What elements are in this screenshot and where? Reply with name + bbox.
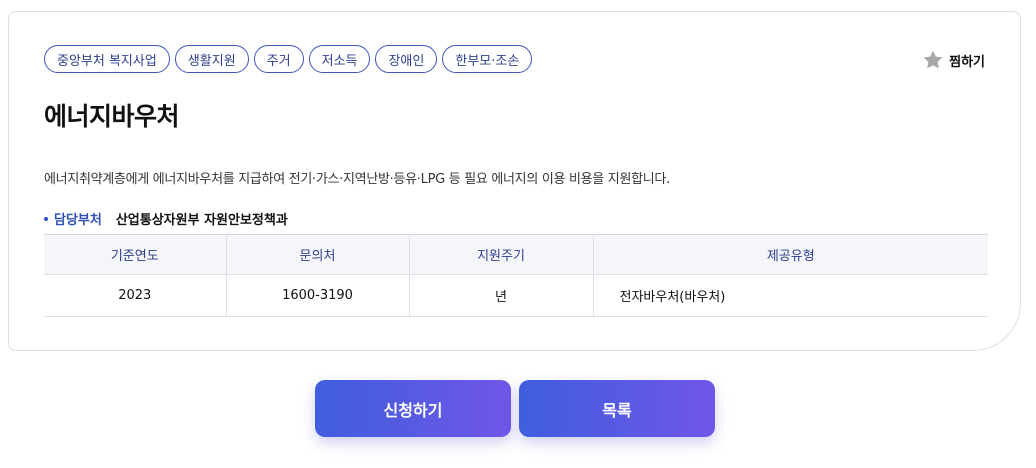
favorite-button[interactable]: 찜하기 — [922, 49, 985, 71]
apply-button[interactable]: 신청하기 — [315, 380, 511, 437]
tag-single-parent[interactable]: 한부모·조손 — [442, 45, 533, 73]
action-buttons: 신청하기 목록 — [315, 380, 715, 437]
header-base-year: 기준연도 — [44, 234, 227, 275]
service-description: 에너지취약계층에게 에너지바우처를 지급하여 전기·가스·지역난방·등유·LPG… — [44, 172, 670, 187]
header-support-cycle: 지원주기 — [409, 234, 594, 275]
list-button[interactable]: 목록 — [519, 380, 715, 437]
tag-list: 중앙부처 복지사업 생활지원 주거 저소득 장애인 한부모·조손 — [44, 45, 533, 73]
tag-housing[interactable]: 주거 — [253, 45, 304, 73]
table-row: 2023 1600-3190 년 전자바우처(바우처) — [44, 274, 988, 317]
header-contact: 문의처 — [226, 234, 410, 275]
cell-base-year: 2023 — [44, 274, 227, 317]
tag-disabled[interactable]: 장애인 — [375, 45, 438, 73]
cell-provision-type: 전자바우처(바우처) — [593, 274, 988, 317]
table-header-row: 기준연도 문의처 지원주기 제공유형 — [44, 234, 988, 275]
service-detail-card: 중앙부처 복지사업 생활지원 주거 저소득 장애인 한부모·조손 찜하기 에너지… — [8, 11, 1021, 351]
bullet-dot — [44, 216, 48, 221]
department-value: 산업통상자원부 자원안보정책과 — [115, 213, 288, 228]
cell-contact: 1600-3190 — [226, 274, 410, 317]
page-title: 에너지바우처 — [44, 102, 180, 131]
star-icon — [923, 50, 943, 69]
tag-low-income[interactable]: 저소득 — [308, 45, 371, 73]
department-info: 담당부처 산업통상자원부 자원안보정책과 — [44, 209, 288, 228]
tag-central-welfare[interactable]: 중앙부처 복지사업 — [44, 45, 170, 73]
favorite-label: 찜하기 — [949, 54, 985, 70]
service-info-table: 기준연도 문의처 지원주기 제공유형 2023 1600-3190 년 전자바우… — [44, 234, 988, 317]
cell-support-cycle: 년 — [409, 274, 594, 317]
tag-living-support[interactable]: 생활지원 — [174, 45, 249, 73]
header-provision-type: 제공유형 — [593, 234, 988, 275]
department-label: 담당부처 — [54, 213, 102, 228]
